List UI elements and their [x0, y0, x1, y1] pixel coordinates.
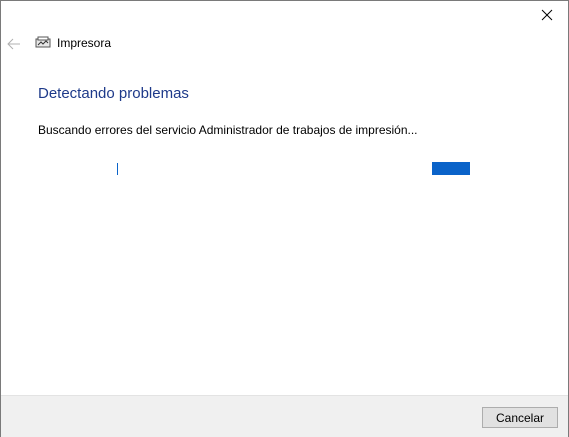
window-title: Impresora: [57, 36, 112, 50]
back-arrow-icon: [7, 38, 20, 50]
progress-dot: [117, 163, 118, 175]
troubleshooter-window: Impresora Detectando problemas Buscando …: [0, 0, 569, 437]
progress-block: [432, 162, 470, 175]
close-icon: [541, 9, 553, 21]
printer-icon: [35, 36, 51, 48]
cancel-button[interactable]: Cancelar: [482, 407, 558, 428]
progress-indicator: [113, 161, 473, 177]
back-button[interactable]: [5, 35, 23, 53]
close-button[interactable]: [532, 4, 562, 26]
footer-bar: Cancelar: [1, 395, 568, 437]
page-heading: Detectando problemas: [38, 85, 189, 102]
app-title: Impresora: [35, 36, 111, 50]
status-message: Buscando errores del servicio Administra…: [38, 123, 418, 137]
